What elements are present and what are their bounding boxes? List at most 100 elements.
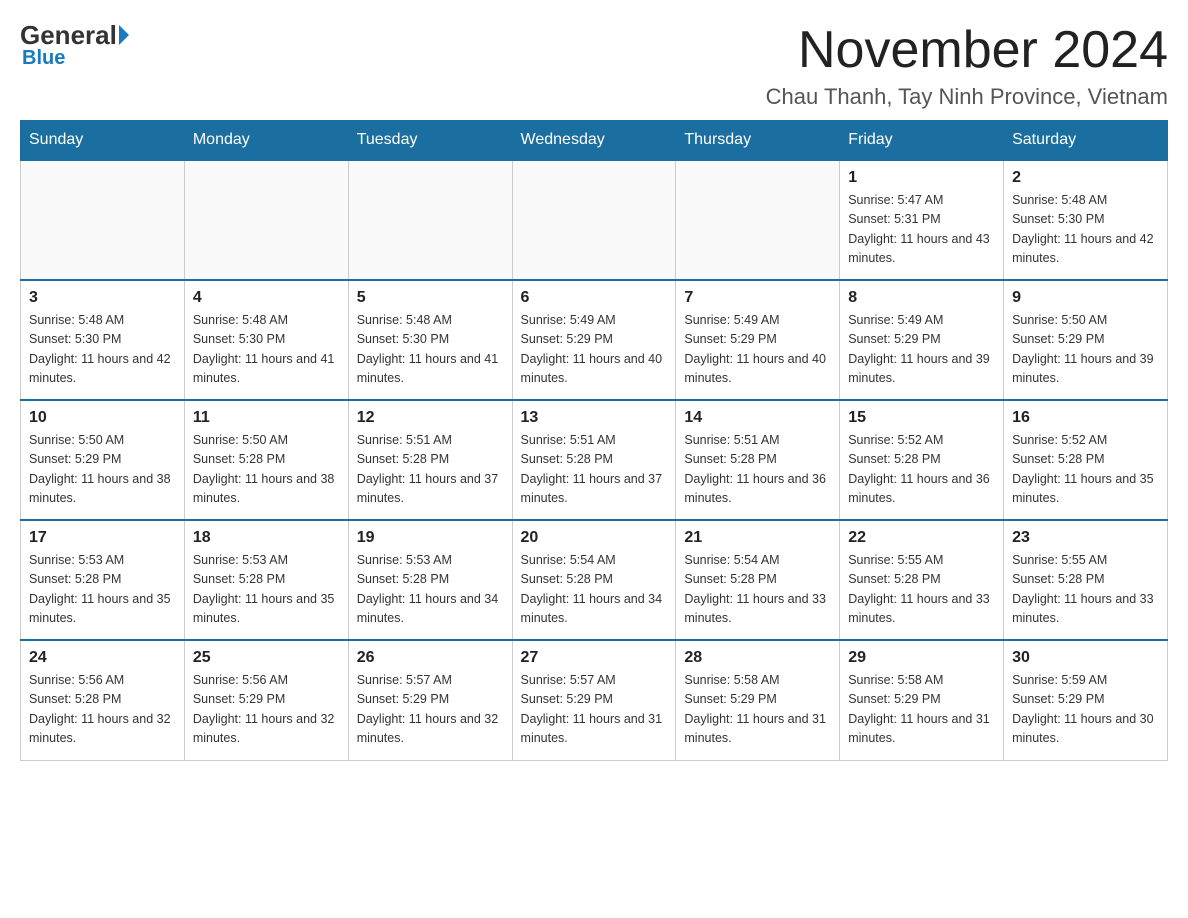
calendar-cell: 5Sunrise: 5:48 AMSunset: 5:30 PMDaylight… [348,280,512,400]
day-number: 5 [357,289,504,307]
month-title: November 2024 [766,20,1168,80]
day-info: Sunrise: 5:57 AMSunset: 5:29 PMDaylight:… [521,671,668,749]
calendar-cell: 7 Sunrise: 5:49 AMSunset: 5:29 PMDaylight… [676,280,840,400]
day-info: Sunrise: 5:48 AMSunset: 5:30 PMDaylight:… [193,311,340,389]
calendar-cell: 23 Sunrise: 5:55 AMSunset: 5:28 PMDayligh… [1004,520,1168,640]
day-info: Sunrise: 5:55 AMSunset: 5:28 PMDaylight:… [1012,551,1159,629]
day-info: Sunrise: 5:48 AMSunset: 5:30 PMDaylight:… [1012,191,1159,269]
calendar-cell: 2 Sunrise: 5:48 AMSunset: 5:30 PMDaylight… [1004,160,1168,280]
calendar-cell: 15 Sunrise: 5:52 AMSunset: 5:28 PMDayligh… [840,400,1004,520]
calendar-cell: 21Sunrise: 5:54 AMSunset: 5:28 PMDayligh… [676,520,840,640]
day-info: Sunrise: 5:50 AMSunset: 5:29 PMDaylight:… [1012,311,1159,389]
calendar-cell: 12 Sunrise: 5:51 AMSunset: 5:28 PMDayligh… [348,400,512,520]
calendar-table: SundayMondayTuesdayWednesdayThursdayFrid… [20,120,1168,761]
location: Chau Thanh, Tay Ninh Province, Vietnam [766,84,1168,110]
day-info: Sunrise: 5:54 AMSunset: 5:28 PMDaylight:… [521,551,668,629]
day-info: Sunrise: 5:47 AMSunset: 5:31 PMDaylight:… [848,191,995,269]
day-info: Sunrise: 5:58 AMSunset: 5:29 PMDaylight:… [848,671,995,749]
calendar-header-monday: Monday [184,121,348,161]
day-info: Sunrise: 5:56 AMSunset: 5:29 PMDaylight:… [193,671,340,749]
logo-blue: Blue [22,47,65,70]
calendar-cell [184,160,348,280]
day-info: Sunrise: 5:49 AMSunset: 5:29 PMDaylight:… [521,311,668,389]
calendar-cell [676,160,840,280]
day-info: Sunrise: 5:57 AMSunset: 5:29 PMDaylight:… [357,671,504,749]
day-info: Sunrise: 5:52 AMSunset: 5:28 PMDaylight:… [848,431,995,509]
day-number: 14 [684,409,831,427]
calendar-cell: 27Sunrise: 5:57 AMSunset: 5:29 PMDayligh… [512,640,676,760]
day-info: Sunrise: 5:50 AMSunset: 5:28 PMDaylight:… [193,431,340,509]
calendar-cell: 13Sunrise: 5:51 AMSunset: 5:28 PMDayligh… [512,400,676,520]
day-info: Sunrise: 5:53 AMSunset: 5:28 PMDaylight:… [357,551,504,629]
day-number: 13 [521,409,668,427]
calendar-cell: 30Sunrise: 5:59 AMSunset: 5:29 PMDayligh… [1004,640,1168,760]
calendar-header-friday: Friday [840,121,1004,161]
calendar-week-row: 1 Sunrise: 5:47 AMSunset: 5:31 PMDaylight… [21,160,1168,280]
day-number: 6 [521,289,668,307]
day-number: 19 [357,529,504,547]
calendar-cell: 14 Sunrise: 5:51 AMSunset: 5:28 PMDayligh… [676,400,840,520]
calendar-cell: 6 Sunrise: 5:49 AMSunset: 5:29 PMDaylight… [512,280,676,400]
day-number: 24 [29,649,176,667]
day-number: 22 [848,529,995,547]
calendar-cell: 22 Sunrise: 5:55 AMSunset: 5:28 PMDayligh… [840,520,1004,640]
calendar-cell: 28 Sunrise: 5:58 AMSunset: 5:29 PMDayligh… [676,640,840,760]
calendar-cell: 25Sunrise: 5:56 AMSunset: 5:29 PMDayligh… [184,640,348,760]
day-number: 2 [1012,169,1159,187]
calendar-week-row: 3 Sunrise: 5:48 AMSunset: 5:30 PMDaylight… [21,280,1168,400]
day-info: Sunrise: 5:58 AMSunset: 5:29 PMDaylight:… [684,671,831,749]
calendar-header-tuesday: Tuesday [348,121,512,161]
day-number: 17 [29,529,176,547]
calendar-cell: 3 Sunrise: 5:48 AMSunset: 5:30 PMDaylight… [21,280,185,400]
day-number: 3 [29,289,176,307]
calendar-cell: 8 Sunrise: 5:49 AMSunset: 5:29 PMDaylight… [840,280,1004,400]
calendar-cell: 16 Sunrise: 5:52 AMSunset: 5:28 PMDayligh… [1004,400,1168,520]
calendar-header-wednesday: Wednesday [512,121,676,161]
day-info: Sunrise: 5:52 AMSunset: 5:28 PMDaylight:… [1012,431,1159,509]
page-header: General Blue November 2024 Chau Thanh, T… [20,20,1168,110]
day-info: Sunrise: 5:53 AMSunset: 5:28 PMDaylight:… [29,551,176,629]
day-number: 8 [848,289,995,307]
day-number: 28 [684,649,831,667]
day-info: Sunrise: 5:56 AMSunset: 5:28 PMDaylight:… [29,671,176,749]
calendar-cell: 18Sunrise: 5:53 AMSunset: 5:28 PMDayligh… [184,520,348,640]
calendar-header-saturday: Saturday [1004,121,1168,161]
calendar-week-row: 10 Sunrise: 5:50 AMSunset: 5:29 PMDayligh… [21,400,1168,520]
day-number: 23 [1012,529,1159,547]
day-number: 10 [29,409,176,427]
day-number: 26 [357,649,504,667]
day-number: 18 [193,529,340,547]
day-info: Sunrise: 5:49 AMSunset: 5:29 PMDaylight:… [848,311,995,389]
title-block: November 2024 Chau Thanh, Tay Ninh Provi… [766,20,1168,110]
calendar-cell: 1 Sunrise: 5:47 AMSunset: 5:31 PMDaylight… [840,160,1004,280]
day-number: 29 [848,649,995,667]
day-number: 30 [1012,649,1159,667]
calendar-header-sunday: Sunday [21,121,185,161]
calendar-week-row: 24 Sunrise: 5:56 AMSunset: 5:28 PMDayligh… [21,640,1168,760]
calendar-cell: 9 Sunrise: 5:50 AMSunset: 5:29 PMDaylight… [1004,280,1168,400]
day-info: Sunrise: 5:51 AMSunset: 5:28 PMDaylight:… [357,431,504,509]
calendar-cell [348,160,512,280]
calendar-cell: 10 Sunrise: 5:50 AMSunset: 5:29 PMDayligh… [21,400,185,520]
day-number: 20 [521,529,668,547]
calendar-cell: 29 Sunrise: 5:58 AMSunset: 5:29 PMDayligh… [840,640,1004,760]
day-info: Sunrise: 5:48 AMSunset: 5:30 PMDaylight:… [29,311,176,389]
calendar-cell: 19 Sunrise: 5:53 AMSunset: 5:28 PMDayligh… [348,520,512,640]
day-number: 12 [357,409,504,427]
calendar-header-thursday: Thursday [676,121,840,161]
day-info: Sunrise: 5:55 AMSunset: 5:28 PMDaylight:… [848,551,995,629]
day-number: 1 [848,169,995,187]
calendar-header-row: SundayMondayTuesdayWednesdayThursdayFrid… [21,121,1168,161]
calendar-cell: 11 Sunrise: 5:50 AMSunset: 5:28 PMDayligh… [184,400,348,520]
day-number: 9 [1012,289,1159,307]
day-number: 7 [684,289,831,307]
day-number: 15 [848,409,995,427]
day-info: Sunrise: 5:50 AMSunset: 5:29 PMDaylight:… [29,431,176,509]
day-number: 11 [193,409,340,427]
day-info: Sunrise: 5:51 AMSunset: 5:28 PMDaylight:… [684,431,831,509]
day-info: Sunrise: 5:49 AMSunset: 5:29 PMDaylight:… [684,311,831,389]
day-number: 21 [684,529,831,547]
day-number: 16 [1012,409,1159,427]
logo-triangle-icon [119,25,129,45]
calendar-cell: 4Sunrise: 5:48 AMSunset: 5:30 PMDaylight… [184,280,348,400]
